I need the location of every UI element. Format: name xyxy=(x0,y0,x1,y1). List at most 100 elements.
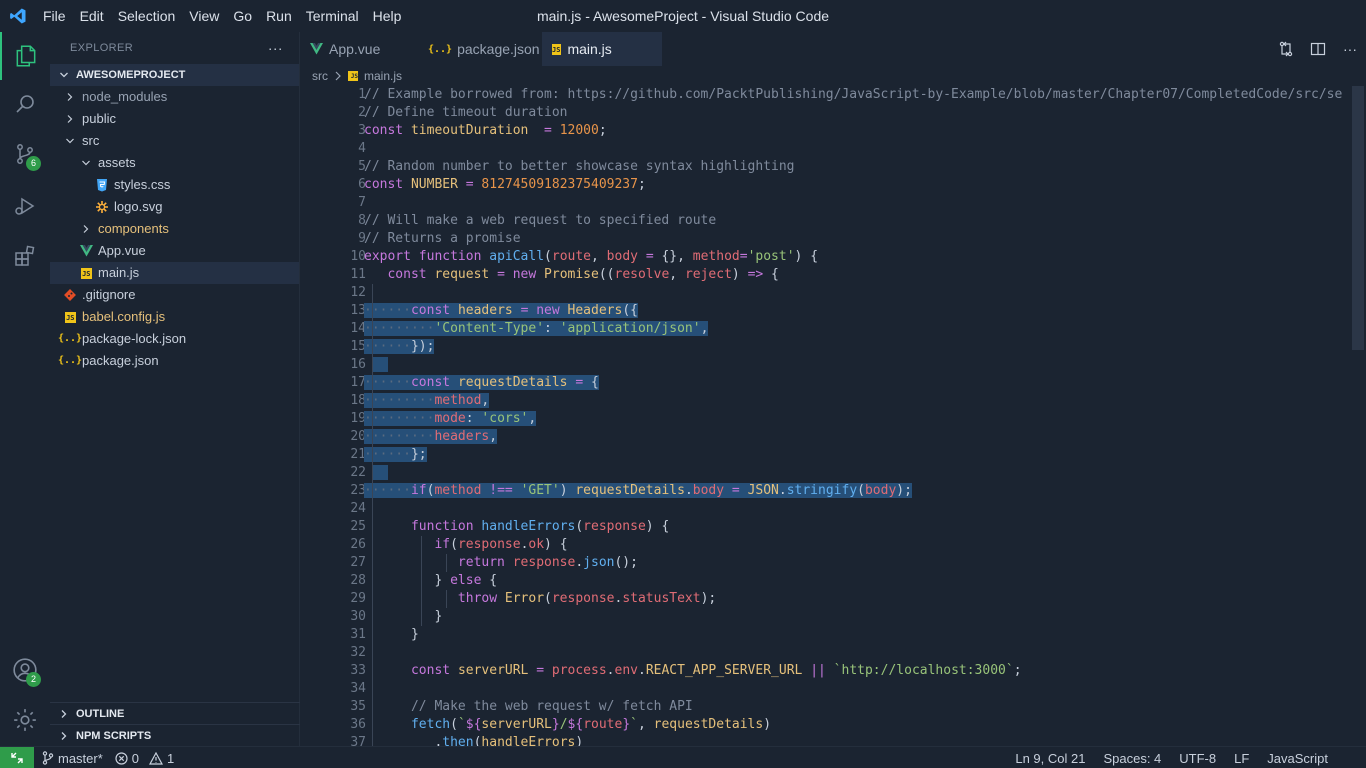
menu-file[interactable]: File xyxy=(36,0,73,32)
code-line[interactable]: ······if(method !== 'GET') requestDetail… xyxy=(364,482,1342,500)
code-lines[interactable]: // Example borrowed from: https://github… xyxy=(364,86,1342,746)
settings-gear-icon[interactable] xyxy=(0,696,50,744)
code-line[interactable]: // Returns a promise xyxy=(364,230,1342,248)
tab-package-json[interactable]: {..} package.json xyxy=(418,32,542,66)
explorer-icon[interactable] xyxy=(0,32,50,80)
code-line[interactable]: fetch(`${serverURL}/${route}`, requestDe… xyxy=(364,716,1342,734)
indent-guide xyxy=(372,284,373,746)
tree-item-public[interactable]: public xyxy=(50,108,299,130)
tree-item-package-json[interactable]: {..} package.json xyxy=(50,350,299,372)
code-line[interactable]: // Define timeout duration xyxy=(364,104,1342,122)
language-mode[interactable]: JavaScript xyxy=(1267,751,1328,766)
tree-item-node-modules[interactable]: node_modules xyxy=(50,86,299,108)
tree-item-babel-config[interactable]: JS babel.config.js xyxy=(50,306,299,328)
code-line[interactable]: throw Error(response.statusText); xyxy=(364,590,1342,608)
code-line[interactable]: ······const headers = new Headers({ xyxy=(364,302,1342,320)
code-line[interactable]: if(response.ok) { xyxy=(364,536,1342,554)
encoding[interactable]: UTF-8 xyxy=(1179,751,1216,766)
tree-item-main-js[interactable]: JS main.js xyxy=(50,262,299,284)
code-line[interactable]: return response.json(); xyxy=(364,554,1342,572)
code-token: ` xyxy=(457,717,466,732)
code-line[interactable]: const NUMBER = 81274509182375409237; xyxy=(364,176,1342,194)
indentation[interactable]: Spaces: 4 xyxy=(1103,751,1161,766)
tree-item-app-vue[interactable]: App.vue xyxy=(50,240,299,262)
tab-main-js[interactable]: JS main.js xyxy=(542,32,662,66)
code-line[interactable]: } else { xyxy=(364,572,1342,590)
code-line[interactable]: ······const requestDetails = { xyxy=(364,374,1342,392)
workspace-root[interactable]: AWESOMEPROJECT xyxy=(50,64,299,86)
tree-item-package-lock-json[interactable]: {..} package-lock.json xyxy=(50,328,299,350)
code-token: throw xyxy=(457,591,505,606)
search-icon[interactable] xyxy=(0,80,50,128)
js-file-icon: JS xyxy=(64,311,76,323)
code-line[interactable] xyxy=(364,356,1342,374)
code-line[interactable] xyxy=(364,500,1342,518)
tree-item-components[interactable]: components xyxy=(50,218,299,240)
tree-item-assets[interactable]: assets xyxy=(50,152,299,174)
npm-scripts-panel-header[interactable]: NPM SCRIPTS xyxy=(50,724,300,746)
code-line[interactable]: } xyxy=(364,626,1342,644)
vertical-scrollbar[interactable] xyxy=(1352,86,1364,350)
menu-run[interactable]: Run xyxy=(259,0,299,32)
breadcrumb-folder[interactable]: src xyxy=(312,69,328,83)
problems-status[interactable]: 0 1 xyxy=(115,751,174,766)
code-line[interactable]: .then(handleErrors) xyxy=(364,734,1342,746)
code-line[interactable]: // Example borrowed from: https://github… xyxy=(364,86,1342,104)
code-line[interactable]: const timeoutDuration = 12000; xyxy=(364,122,1342,140)
code-line[interactable] xyxy=(364,140,1342,158)
code-line[interactable]: ·········headers, xyxy=(364,428,1342,446)
code-line[interactable] xyxy=(364,284,1342,302)
tree-item-gitignore[interactable]: .gitignore xyxy=(50,284,299,306)
code-line[interactable]: ······}; xyxy=(364,446,1342,464)
tab-app-vue[interactable]: App.vue xyxy=(300,32,418,66)
accounts-icon[interactable]: 2 xyxy=(0,646,50,694)
code-line[interactable]: ·········'Content-Type': 'application/js… xyxy=(364,320,1342,338)
code-line[interactable] xyxy=(364,464,1342,482)
menu-help[interactable]: Help xyxy=(366,0,409,32)
tree-item-src[interactable]: src xyxy=(50,130,299,152)
code-token: = xyxy=(536,663,545,678)
source-control-icon[interactable]: 6 xyxy=(0,130,50,178)
code-line[interactable]: // Will make a web request to specified … xyxy=(364,212,1342,230)
code-line[interactable] xyxy=(364,194,1342,212)
more-actions-icon[interactable]: ··· xyxy=(1334,41,1366,57)
menu-edit[interactable]: Edit xyxy=(73,0,111,32)
split-editor-icon[interactable] xyxy=(1302,41,1334,57)
code-line[interactable]: export function apiCall(route, body = {}… xyxy=(364,248,1342,266)
code-token: ) xyxy=(763,717,772,732)
line-number: 28 xyxy=(350,573,366,588)
code-token: ); xyxy=(896,483,912,498)
menu-view[interactable]: View xyxy=(182,0,226,32)
breadcrumb-file[interactable]: main.js xyxy=(364,69,402,83)
open-changes-icon[interactable] xyxy=(1270,41,1302,57)
code-line[interactable]: ·········mode: 'cors', xyxy=(364,410,1342,428)
js-icon: JS xyxy=(348,71,358,81)
code-line[interactable]: ······}); xyxy=(364,338,1342,356)
code-line[interactable]: // Make the web request w/ fetch API xyxy=(364,698,1342,716)
code-line[interactable]: } xyxy=(364,608,1342,626)
extensions-icon[interactable] xyxy=(0,232,50,280)
cursor-position[interactable]: Ln 9, Col 21 xyxy=(1015,751,1085,766)
code-editor[interactable]: 1 2 3 4 5 6 7 8 9 10 11 12 13 14 15 16 17 18 19 20 21 22 23 24 2… xyxy=(300,86,1366,746)
remote-indicator[interactable] xyxy=(0,747,34,768)
code-line[interactable]: const serverURL = process.env.REACT_APP_… xyxy=(364,662,1342,680)
branch-status[interactable]: master* xyxy=(42,751,103,766)
code-line[interactable] xyxy=(364,644,1342,662)
code-line[interactable]: const request = new Promise((resolve, re… xyxy=(364,266,1342,284)
menu-terminal[interactable]: Terminal xyxy=(299,0,366,32)
code-line[interactable]: // Random number to better showcase synt… xyxy=(364,158,1342,176)
explorer-more-actions[interactable]: ··· xyxy=(268,40,283,56)
tree-item-logo-svg[interactable]: logo.svg xyxy=(50,196,299,218)
menu-go[interactable]: Go xyxy=(226,0,259,32)
code-token: { xyxy=(763,267,779,282)
code-line[interactable] xyxy=(364,680,1342,698)
menu-selection[interactable]: Selection xyxy=(111,0,183,32)
outline-panel-header[interactable]: OUTLINE xyxy=(50,702,300,724)
code-line[interactable]: ·········method, xyxy=(364,392,1342,410)
line-number: 6 xyxy=(358,177,366,192)
run-debug-icon[interactable] xyxy=(0,182,50,230)
code-line[interactable]: function handleErrors(response) { xyxy=(364,518,1342,536)
tree-item-styles-css[interactable]: styles.css xyxy=(50,174,299,196)
end-of-line[interactable]: LF xyxy=(1234,751,1249,766)
code-token: = xyxy=(465,177,474,192)
